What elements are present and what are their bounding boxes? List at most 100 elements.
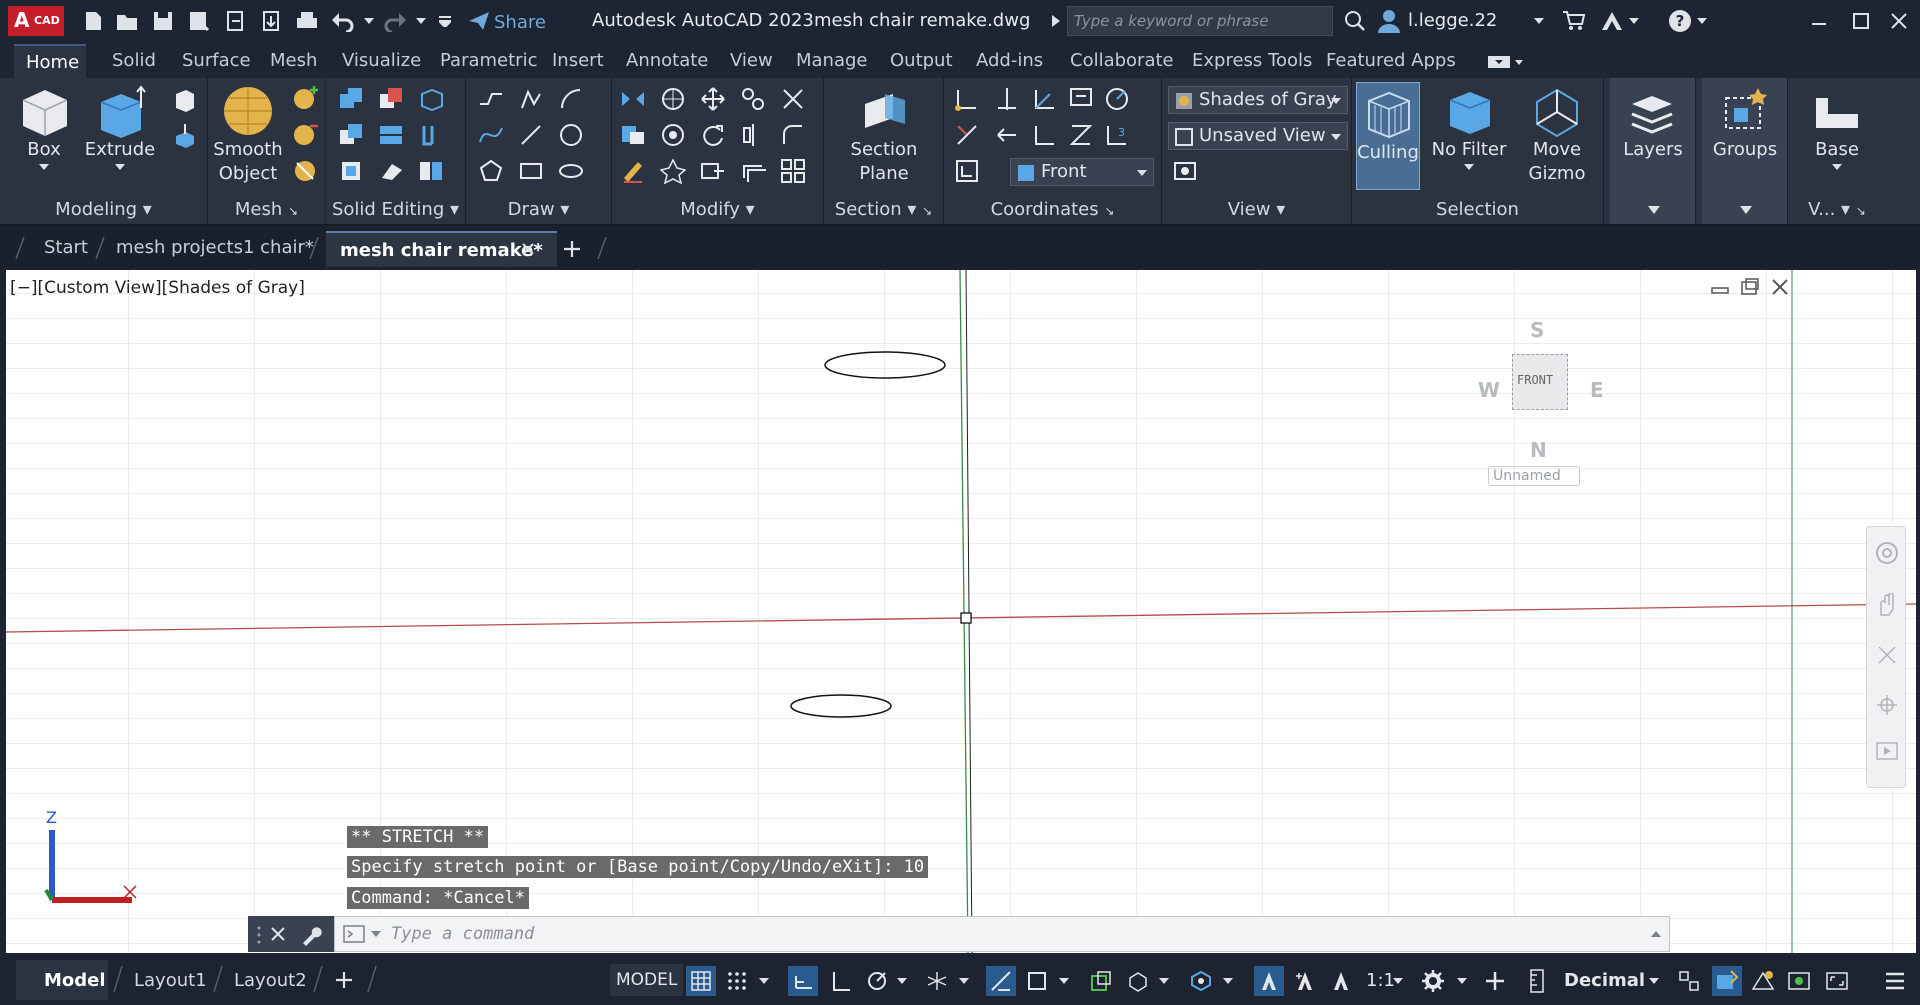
- erase-icon[interactable]: [620, 158, 646, 184]
- ucs-world-icon[interactable]: [994, 86, 1020, 112]
- spline-icon[interactable]: [478, 122, 504, 148]
- isolate-objects-icon[interactable]: [1748, 966, 1778, 996]
- redo-dropdown-icon[interactable]: [414, 8, 428, 34]
- culling-button[interactable]: Culling: [1356, 82, 1420, 190]
- share-icon[interactable]: [466, 8, 492, 34]
- command-recent-dropdown-icon[interactable]: [371, 931, 381, 937]
- intersect-icon[interactable]: [338, 122, 364, 148]
- username[interactable]: l.legge.22: [1408, 10, 1497, 31]
- units-value[interactable]: Decimal: [1564, 970, 1645, 991]
- viewcube-face[interactable]: FRONT: [1512, 354, 1568, 410]
- command-customize-icon[interactable]: [300, 924, 322, 946]
- groups-expand-icon[interactable]: [1740, 206, 1752, 214]
- layout-tab-layout2[interactable]: Layout2: [234, 970, 307, 991]
- new-file-icon[interactable]: [80, 8, 106, 34]
- box-button[interactable]: Box: [10, 84, 78, 170]
- ribbon-tab-home[interactable]: Home: [14, 44, 86, 78]
- undo-dropdown-icon[interactable]: [362, 8, 376, 34]
- doc-tab-mesh-projects1-chair[interactable]: mesh projects1 chair*: [116, 233, 314, 263]
- osnap-dropdown-icon[interactable]: [1058, 976, 1070, 986]
- ucs-3point-icon[interactable]: 3: [1104, 122, 1130, 148]
- drawing-viewport[interactable]: S W E N FRONT Unnamed: [6, 270, 1916, 953]
- polar-dropdown-icon[interactable]: [896, 976, 908, 986]
- offset-icon[interactable]: [740, 158, 766, 184]
- ucs-previous-icon[interactable]: [994, 122, 1020, 148]
- modeling-group-label[interactable]: Modeling ▾: [0, 199, 207, 220]
- viewport-close-icon[interactable]: [1770, 278, 1792, 296]
- view-group-label[interactable]: View ▾: [1162, 199, 1351, 220]
- ellipse-icon[interactable]: [558, 158, 584, 184]
- layout-tab-layout1[interactable]: Layout1: [134, 970, 207, 991]
- extract-edges-icon[interactable]: [418, 122, 444, 148]
- cart-icon[interactable]: [1560, 8, 1588, 34]
- open-web-icon[interactable]: [222, 8, 248, 34]
- solid-editing-group-label[interactable]: Solid Editing ▾: [326, 199, 465, 220]
- refine-mesh-icon[interactable]: [292, 158, 318, 184]
- filter-dropdown-icon[interactable]: [1222, 976, 1234, 986]
- layers-expand-icon[interactable]: [1648, 206, 1660, 214]
- pan-icon[interactable]: [1875, 593, 1899, 617]
- object-snap-icon[interactable]: [1022, 966, 1052, 996]
- move-icon[interactable]: [700, 86, 726, 112]
- zoom-extents-icon[interactable]: [1875, 643, 1899, 667]
- close-window-icon[interactable]: [1884, 8, 1914, 34]
- minimize-window-icon[interactable]: [1804, 8, 1834, 34]
- undo-icon[interactable]: [330, 8, 356, 34]
- autodesk-app-icon[interactable]: [1598, 8, 1626, 34]
- polysolid-icon[interactable]: [172, 86, 198, 112]
- copy-icon[interactable]: [740, 86, 766, 112]
- share-button[interactable]: Share: [494, 12, 546, 33]
- ucs-y-icon[interactable]: [1032, 122, 1058, 148]
- arc-icon[interactable]: [558, 86, 584, 112]
- layout-tab-model[interactable]: Model: [16, 960, 108, 1000]
- base-group-label[interactable]: V... ▾ ↘: [1794, 199, 1880, 220]
- 3d-align-icon[interactable]: [620, 122, 646, 148]
- mesh-group-label[interactable]: Mesh ↘: [208, 199, 325, 220]
- draw-group-label[interactable]: Draw ▾: [466, 199, 611, 220]
- isodraft-dropdown-icon[interactable]: [958, 976, 970, 986]
- 3d-array-icon[interactable]: [660, 122, 686, 148]
- infer-constraints-icon[interactable]: [788, 966, 818, 996]
- polar-tracking-icon[interactable]: [862, 966, 892, 996]
- compass-n[interactable]: N: [1530, 438, 1547, 462]
- units-icon[interactable]: [1522, 966, 1552, 996]
- isometric-drafting-icon[interactable]: [922, 966, 952, 996]
- user-icon[interactable]: [1376, 8, 1402, 34]
- modify-group-label[interactable]: Modify ▾: [612, 199, 823, 220]
- save-web-icon[interactable]: [258, 8, 284, 34]
- customize-qat-icon[interactable]: [436, 8, 454, 34]
- ribbon-tab-add-ins[interactable]: Add-ins: [974, 44, 1045, 78]
- separate-icon[interactable]: [418, 158, 444, 184]
- add-layout-icon[interactable]: [330, 966, 358, 994]
- command-close-icon[interactable]: [270, 926, 286, 942]
- dynamic-ucs-icon[interactable]: [1122, 966, 1152, 996]
- stretch-icon[interactable]: [700, 158, 726, 184]
- user-dropdown-icon[interactable]: [1532, 14, 1546, 28]
- fillet-icon[interactable]: [780, 122, 806, 148]
- mirror-icon[interactable]: [740, 122, 766, 148]
- model-space-toggle[interactable]: MODEL: [610, 964, 684, 996]
- ribbon-tab-parametric[interactable]: Parametric: [438, 44, 539, 78]
- clean-screen-icon[interactable]: [1822, 966, 1852, 996]
- 3d-mirror-icon[interactable]: [620, 86, 646, 112]
- search-expand-icon[interactable]: [1050, 12, 1062, 30]
- smooth-more-icon[interactable]: [292, 86, 318, 112]
- annotation-visibility-icon[interactable]: [1254, 966, 1284, 996]
- ribbon-minimize-icon[interactable]: [1486, 52, 1526, 72]
- ucs-z-icon[interactable]: [1068, 122, 1094, 148]
- maximize-window-icon[interactable]: [1846, 8, 1876, 34]
- close-tab-icon[interactable]: [518, 239, 538, 259]
- doc-tab-start[interactable]: Start: [44, 233, 88, 263]
- section-group-label[interactable]: Section ▾ ↘: [824, 199, 943, 220]
- command-history-expand-icon[interactable]: [1651, 931, 1661, 937]
- annotation-scale-value[interactable]: 1:1: [1366, 970, 1395, 991]
- hardware-acceleration-icon[interactable]: [1784, 966, 1814, 996]
- ribbon-tab-annotate[interactable]: Annotate: [624, 44, 710, 78]
- orbit-icon[interactable]: [1875, 693, 1899, 717]
- union-icon[interactable]: [338, 86, 364, 112]
- ducs-dropdown-icon[interactable]: [1158, 976, 1170, 986]
- ucs-object-icon[interactable]: [1104, 86, 1130, 112]
- polyline-icon[interactable]: [478, 86, 504, 112]
- coordinates-group-label[interactable]: Coordinates ↘: [944, 199, 1161, 220]
- help-icon[interactable]: ?: [1666, 8, 1694, 34]
